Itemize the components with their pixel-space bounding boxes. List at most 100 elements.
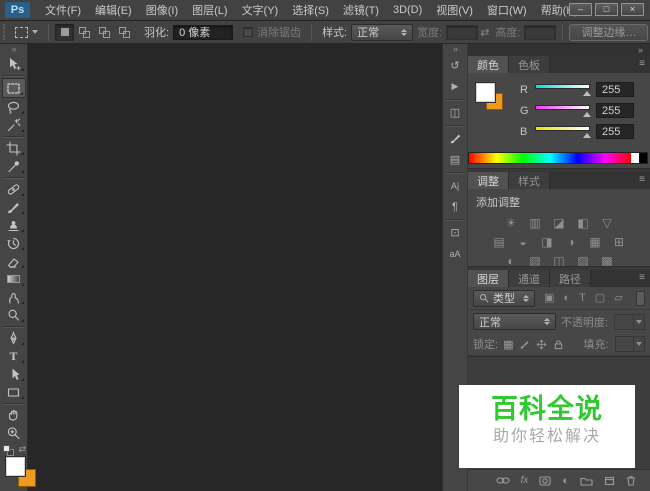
lasso-tool[interactable] — [2, 98, 26, 116]
new-adjustment-layer-icon[interactable]: ◐ — [562, 475, 569, 487]
intersect-selection-button[interactable] — [115, 24, 134, 41]
tab-color[interactable]: 颜色 — [468, 56, 509, 73]
levels-icon[interactable]: ▥ — [528, 217, 542, 230]
magic-wand-tool[interactable] — [2, 116, 26, 134]
width-input[interactable] — [446, 24, 479, 40]
lock-all-icon[interactable] — [553, 339, 564, 350]
lock-transparency-icon[interactable]: ▦ — [503, 338, 513, 351]
red-value-input[interactable]: 255 — [596, 82, 634, 97]
dodge-tool[interactable] — [2, 306, 26, 324]
color-spectrum-ramp[interactable] — [468, 152, 648, 164]
filter-smart-object-icon[interactable]: ▱ — [614, 291, 622, 306]
brightness-contrast-icon[interactable]: ☀ — [504, 217, 518, 230]
blue-slider-handle[interactable] — [583, 133, 591, 138]
zoom-tool[interactable] — [2, 424, 26, 442]
brush-presets-panel-icon[interactable]: ▤ — [443, 149, 467, 170]
height-input[interactable] — [524, 24, 557, 40]
filter-toggle-switch[interactable] — [636, 290, 645, 306]
eyedropper-tool[interactable] — [2, 157, 26, 175]
new-group-icon[interactable] — [580, 476, 593, 486]
document-canvas-area[interactable] — [28, 44, 442, 491]
menu-window[interactable]: 窗口(W) — [480, 2, 534, 18]
filter-kind-dropdown[interactable]: 类型 — [473, 289, 535, 307]
new-layer-icon[interactable] — [604, 476, 615, 486]
close-button[interactable]: × — [621, 3, 644, 16]
green-value-input[interactable]: 255 — [596, 103, 634, 118]
filter-type-layers-icon[interactable]: T — [579, 291, 586, 306]
swap-dimensions-icon[interactable]: ⇄ — [480, 26, 489, 39]
filter-adjustment-layers-icon[interactable]: ◐ — [563, 291, 570, 306]
subtract-from-selection-button[interactable] — [95, 24, 114, 41]
style-dropdown[interactable]: 正常 — [351, 23, 414, 41]
tab-styles[interactable]: 样式 — [509, 172, 550, 189]
foreground-color-swatch[interactable] — [5, 456, 26, 477]
tab-adjustments[interactable]: 调整 — [468, 172, 509, 189]
brush-panel-icon[interactable] — [443, 128, 467, 149]
path-selection-tool[interactable] — [2, 365, 26, 383]
minimize-button[interactable]: – — [569, 3, 592, 16]
menu-image[interactable]: 图像(I) — [139, 2, 185, 18]
fill-input[interactable] — [614, 336, 645, 352]
delete-layer-icon[interactable] — [626, 475, 636, 486]
menu-3d[interactable]: 3D(D) — [386, 4, 429, 16]
chevron-down-icon[interactable] — [633, 337, 644, 351]
panel-menu-icon[interactable]: ≡ — [639, 58, 645, 69]
green-channel-slider[interactable] — [535, 103, 591, 118]
filter-shape-layers-icon[interactable]: ▢ — [595, 291, 605, 306]
refine-edge-button[interactable]: 调整边缘… — [569, 23, 649, 41]
spectrum-black-swatch[interactable] — [639, 153, 647, 163]
color-lookup-icon[interactable]: ⊞ — [612, 236, 626, 249]
character-panel-icon[interactable]: A| — [443, 175, 467, 196]
antialias-checkbox[interactable] — [243, 27, 254, 37]
spectrum-gradient[interactable] — [469, 153, 631, 163]
panel-menu-icon[interactable]: ≡ — [639, 272, 645, 283]
tab-paths[interactable]: 路径 — [550, 270, 591, 287]
red-channel-slider[interactable] — [535, 82, 591, 97]
channel-mixer-icon[interactable]: ▦ — [588, 236, 602, 249]
maximize-button[interactable]: □ — [595, 3, 618, 16]
menu-layer[interactable]: 图层(L) — [185, 2, 234, 18]
actions-panel-icon[interactable]: ▶ — [443, 76, 467, 97]
smudge-tool[interactable] — [2, 288, 26, 306]
lock-position-icon[interactable] — [536, 339, 547, 350]
filter-pixel-layers-icon[interactable]: ▣ — [544, 291, 554, 306]
curves-icon[interactable]: ◪ — [552, 217, 566, 230]
toolbar-collapse-icon[interactable]: » — [11, 44, 16, 55]
panels-collapse-icon[interactable]: » — [638, 45, 643, 56]
blend-mode-dropdown[interactable]: 正常 — [473, 313, 556, 330]
clone-stamp-tool[interactable] — [2, 216, 26, 234]
type-tool[interactable]: T — [2, 347, 26, 365]
history-panel-icon[interactable]: ↺ — [443, 55, 467, 76]
hue-saturation-icon[interactable]: ▤ — [492, 236, 506, 249]
layer-style-icon[interactable]: fx — [521, 475, 529, 486]
tab-swatches[interactable]: 色板 — [509, 56, 550, 73]
rectangular-marquee-tool[interactable] — [1, 78, 26, 98]
new-selection-button[interactable] — [55, 23, 74, 41]
menu-edit[interactable]: 编辑(E) — [88, 2, 139, 18]
feather-input[interactable]: 0 像素 — [173, 24, 234, 40]
properties-panel-icon[interactable]: ◫ — [443, 102, 467, 123]
blue-value-input[interactable]: 255 — [596, 124, 634, 139]
healing-brush-tool[interactable] — [2, 180, 26, 198]
spectrum-white-swatch[interactable] — [631, 153, 639, 163]
photo-filter-icon[interactable]: ◑ — [564, 236, 578, 249]
chevron-down-icon[interactable] — [633, 314, 644, 329]
eraser-tool[interactable] — [2, 252, 26, 270]
pen-tool[interactable] — [2, 329, 26, 347]
color-balance-icon[interactable]: ◒ — [516, 236, 530, 249]
paragraph-panel-icon[interactable]: ¶ — [443, 196, 467, 217]
menu-type[interactable]: 文字(Y) — [235, 2, 286, 18]
link-layers-icon[interactable] — [496, 476, 510, 485]
layer-mask-icon[interactable] — [539, 475, 551, 486]
opacity-input[interactable] — [613, 313, 645, 330]
dock-collapse-icon[interactable]: » — [453, 44, 458, 55]
menu-view[interactable]: 视图(V) — [429, 2, 480, 18]
lock-pixels-icon[interactable] — [519, 339, 530, 350]
character-styles-panel-icon[interactable]: aA — [443, 243, 467, 264]
red-slider-handle[interactable] — [583, 91, 591, 96]
history-brush-tool[interactable] — [2, 234, 26, 252]
vibrance-icon[interactable]: ▽ — [600, 217, 614, 230]
panel-menu-icon[interactable]: ≡ — [639, 174, 645, 185]
foreground-color-swatch[interactable] — [475, 82, 496, 103]
exposure-icon[interactable]: ◧ — [576, 217, 590, 230]
